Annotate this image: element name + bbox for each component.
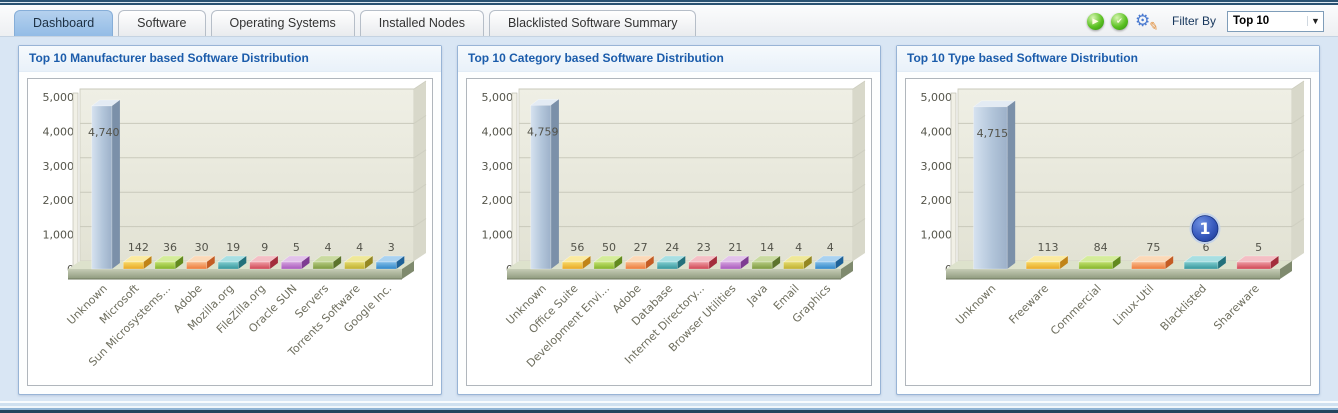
panel-title: Top 10 Type based Software Distribution (897, 46, 1319, 72)
svg-text:21: 21 (728, 241, 742, 254)
svg-text:4,740: 4,740 (88, 126, 120, 139)
svg-text:4: 4 (795, 241, 802, 254)
panel-type-distribution: Top 10 Type based Software Distribution … (896, 45, 1320, 395)
svg-text:3: 3 (388, 241, 395, 254)
svg-text:Java: Java (744, 282, 770, 308)
svg-text:4: 4 (827, 241, 834, 254)
pencil-glyph: ✎ (1147, 20, 1159, 34)
svg-text:4: 4 (325, 241, 332, 254)
svg-text:4,000: 4,000 (43, 125, 75, 138)
type-bar-chart[interactable]: 01,0002,0003,0004,0005,0004,715Unknown11… (906, 79, 1310, 385)
svg-text:9: 9 (261, 241, 268, 254)
svg-text:Shareware: Shareware (1211, 282, 1262, 333)
panel-title: Top 10 Category based Software Distribut… (458, 46, 880, 72)
tab-blacklisted-software-summary[interactable]: Blacklisted Software Summary (488, 10, 697, 36)
svg-text:1: 1 (1199, 219, 1210, 238)
chevron-down-icon: ▼ (1307, 16, 1323, 26)
svg-text:56: 56 (570, 241, 584, 254)
svg-text:Unknown: Unknown (953, 282, 998, 327)
svg-text:1,000: 1,000 (43, 229, 75, 242)
chart-box: 01,0002,0003,0004,0005,0004,740Unknown14… (27, 78, 433, 386)
svg-text:2,000: 2,000 (43, 194, 75, 207)
svg-text:24: 24 (665, 241, 679, 254)
manufacturer-bar-chart[interactable]: 01,0002,0003,0004,0005,0004,740Unknown14… (28, 79, 432, 385)
settings-icon[interactable]: ⚙ ✎ (1135, 11, 1159, 34)
svg-text:3,000: 3,000 (43, 160, 75, 173)
approve-icon[interactable]: ✔ (1110, 12, 1128, 30)
svg-text:4: 4 (356, 241, 363, 254)
bottom-chrome-strip (0, 401, 1338, 413)
tab-bar: Dashboard Software Operating Systems Ins… (0, 5, 1338, 37)
svg-text:4,000: 4,000 (921, 125, 953, 138)
dashboard-content: Top 10 Manufacturer based Software Distr… (0, 37, 1338, 395)
svg-text:4,000: 4,000 (482, 125, 514, 138)
svg-text:Freeware: Freeware (1006, 282, 1051, 327)
svg-text:4,715: 4,715 (977, 127, 1009, 140)
tab-operating-systems[interactable]: Operating Systems (210, 10, 355, 36)
svg-text:30: 30 (195, 241, 209, 254)
svg-text:5,000: 5,000 (43, 91, 75, 104)
svg-text:50: 50 (602, 241, 616, 254)
filter-select[interactable]: Top 10 ▼ (1227, 10, 1324, 32)
svg-text:142: 142 (128, 241, 149, 254)
svg-text:5,000: 5,000 (482, 91, 514, 104)
svg-text:4,759: 4,759 (527, 125, 559, 138)
run-icon[interactable]: ▶ (1086, 12, 1104, 30)
panel-category-distribution: Top 10 Category based Software Distribut… (457, 45, 881, 395)
svg-text:Blacklisted: Blacklisted (1158, 282, 1209, 333)
svg-text:1,000: 1,000 (921, 229, 953, 242)
svg-text:23: 23 (697, 241, 711, 254)
svg-text:36: 36 (163, 241, 177, 254)
svg-text:5: 5 (293, 241, 300, 254)
svg-text:2,000: 2,000 (921, 194, 953, 207)
svg-text:19: 19 (226, 241, 240, 254)
svg-text:Linux-Util: Linux-Util (1110, 282, 1156, 328)
svg-text:Commercial: Commercial (1048, 282, 1104, 338)
filter-by-label: Filter By (1171, 14, 1216, 28)
tab-dashboard[interactable]: Dashboard (14, 10, 114, 36)
svg-text:5,000: 5,000 (921, 91, 953, 104)
svg-text:113: 113 (1038, 241, 1059, 254)
svg-text:3,000: 3,000 (482, 160, 514, 173)
svg-text:3,000: 3,000 (921, 160, 953, 173)
svg-text:2,000: 2,000 (482, 194, 514, 207)
play-glyph: ▶ (1092, 16, 1099, 26)
tab-software[interactable]: Software (118, 10, 206, 36)
chart-box: 01,0002,0003,0004,0005,0004,715Unknown11… (905, 78, 1311, 386)
svg-text:1,000: 1,000 (482, 229, 514, 242)
tab-installed-nodes[interactable]: Installed Nodes (359, 10, 484, 36)
svg-text:75: 75 (1146, 241, 1160, 254)
toolbar: ▶ ✔ ⚙ ✎ Filter By Top 10 ▼ (1086, 9, 1324, 34)
svg-text:84: 84 (1094, 241, 1108, 254)
panel-title: Top 10 Manufacturer based Software Distr… (19, 46, 441, 72)
chart-box: 01,0002,0003,0004,0005,0004,759Unknown56… (466, 78, 872, 386)
svg-text:27: 27 (634, 241, 648, 254)
panel-manufacturer-distribution: Top 10 Manufacturer based Software Distr… (18, 45, 442, 395)
category-bar-chart[interactable]: 01,0002,0003,0004,0005,0004,759Unknown56… (467, 79, 871, 385)
check-glyph: ✔ (1116, 16, 1123, 26)
filter-select-value: Top 10 (1233, 15, 1270, 27)
svg-text:5: 5 (1255, 241, 1262, 254)
svg-text:14: 14 (760, 241, 774, 254)
